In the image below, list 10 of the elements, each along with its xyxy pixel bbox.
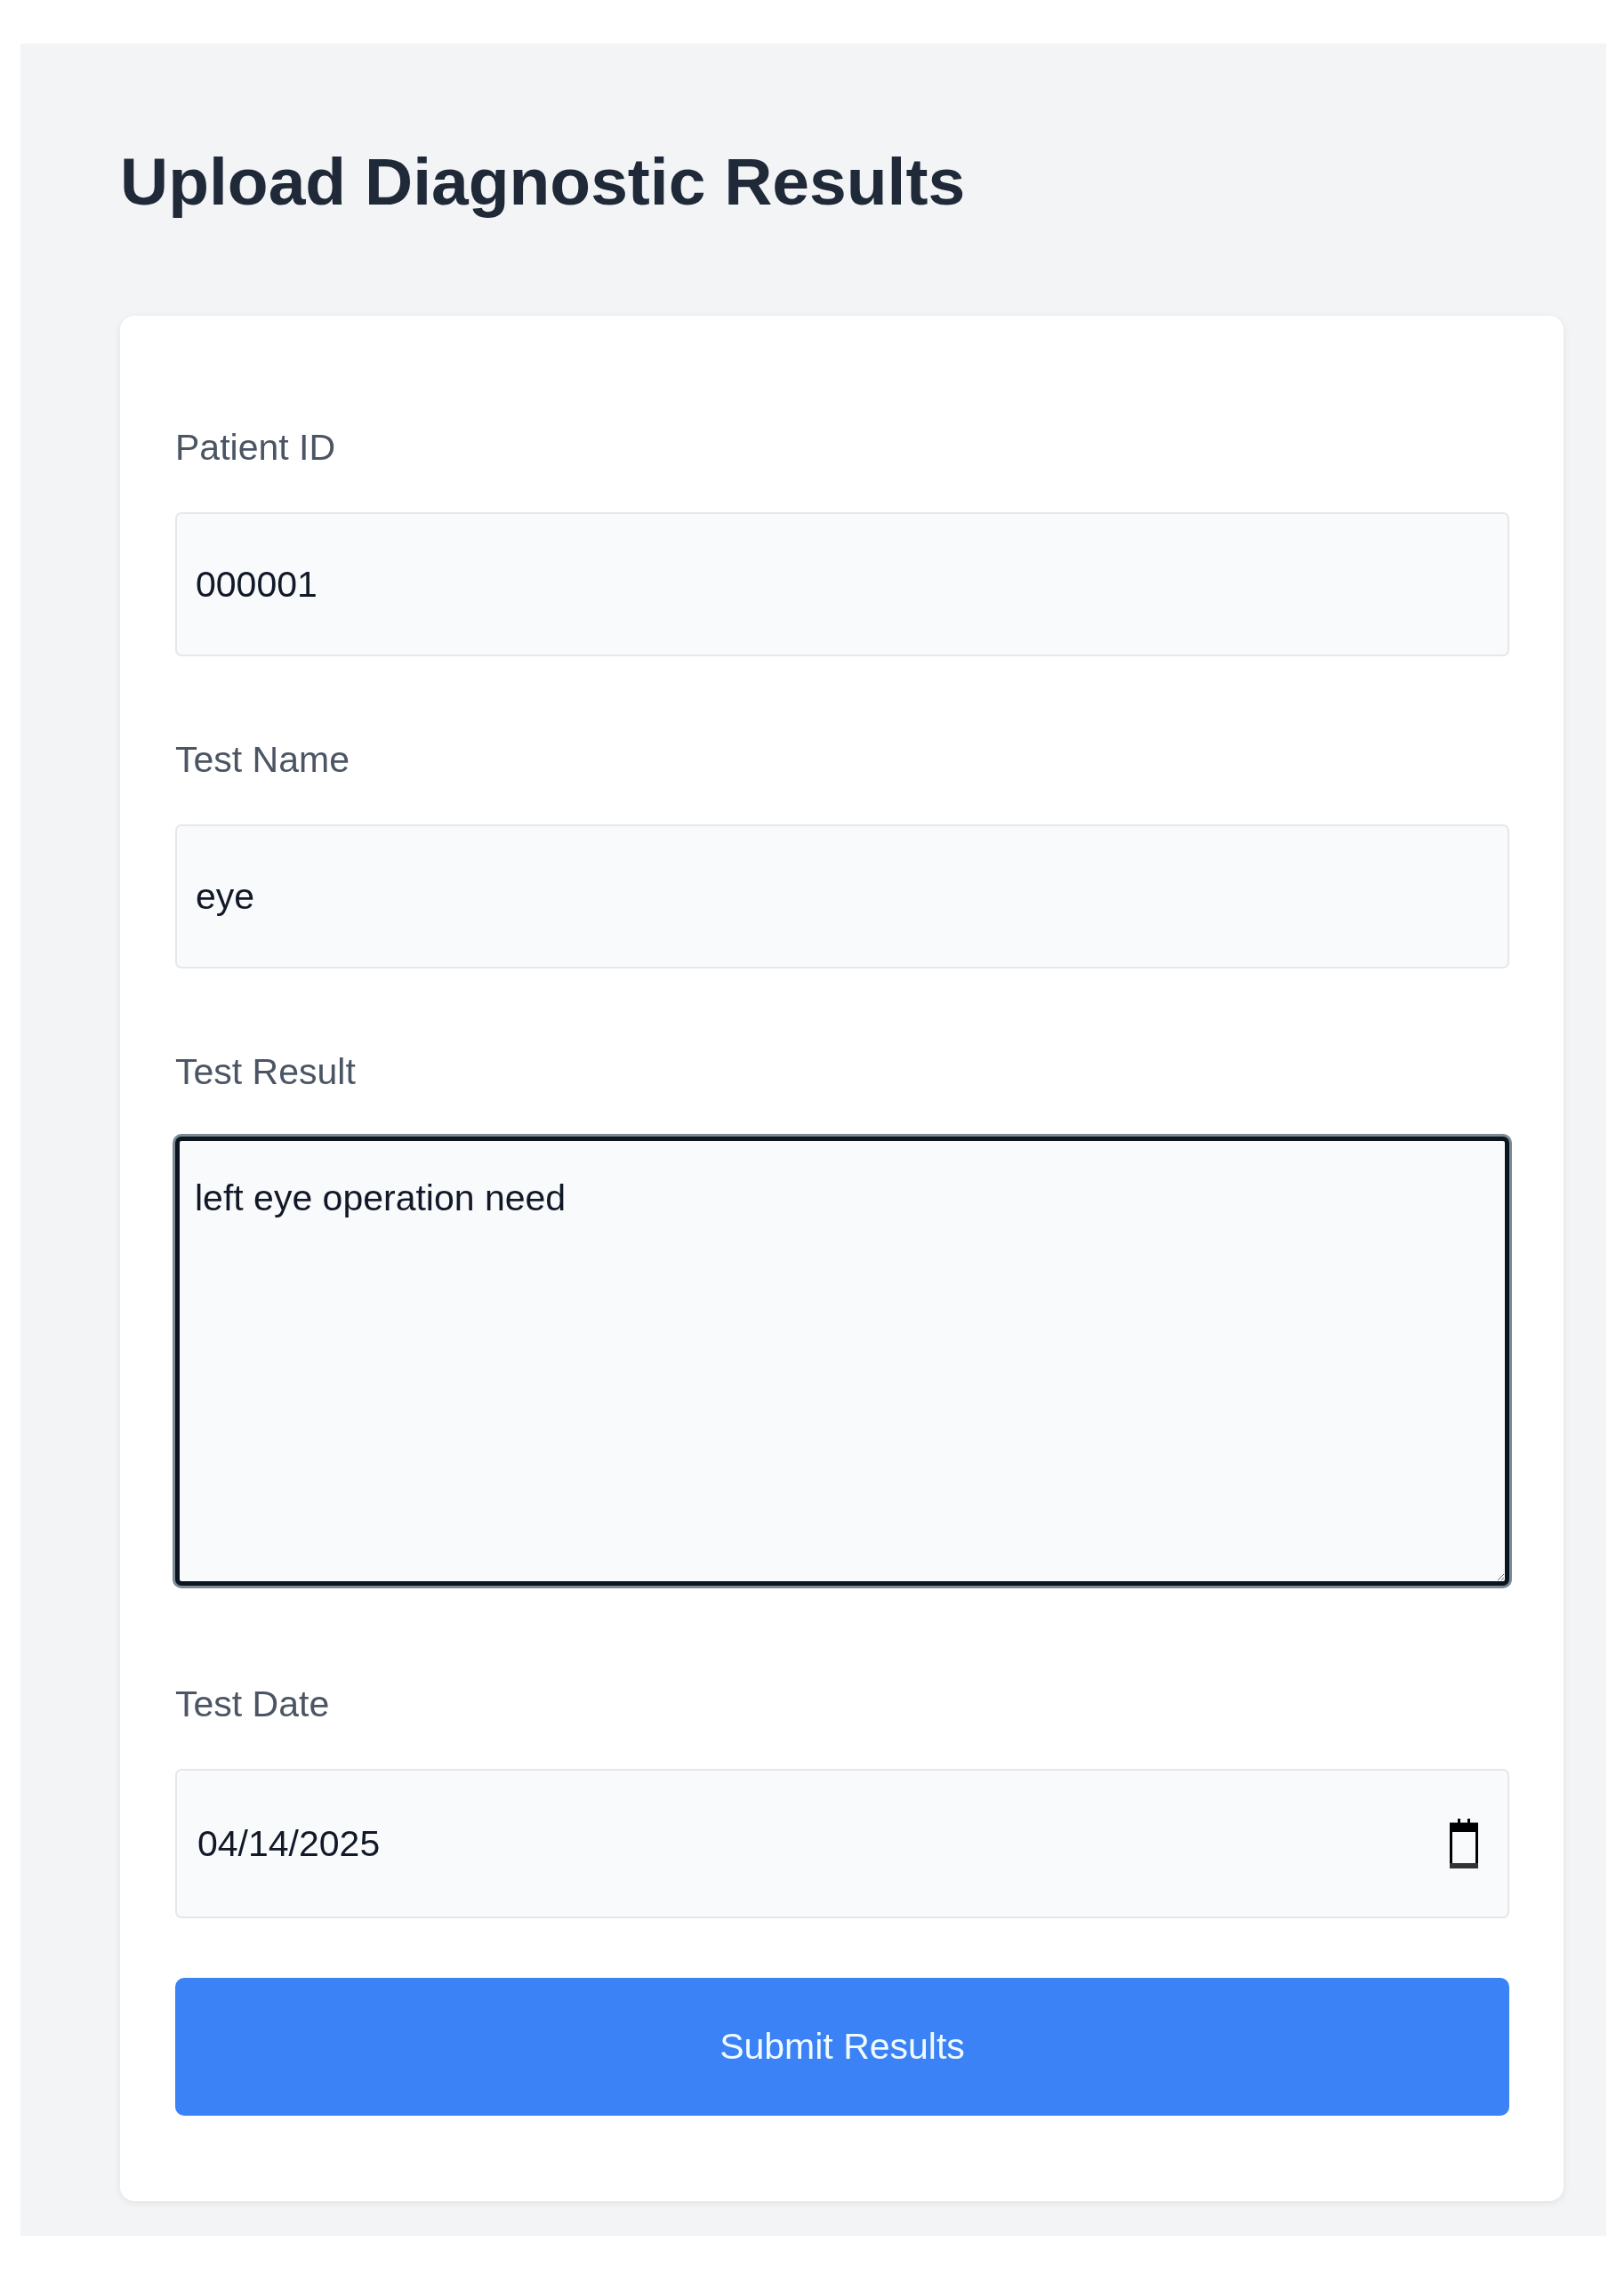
text-input[interactable]: 000001 xyxy=(175,512,1509,656)
date-input[interactable]: 04/14/2025 xyxy=(175,1769,1509,1918)
field-label: Patient ID xyxy=(175,426,336,470)
field-label: Test Date xyxy=(175,1683,330,1726)
page-title: Upload Diagnostic Results xyxy=(120,143,966,221)
field-label: Test Name xyxy=(175,738,350,782)
calendar-icon[interactable] xyxy=(1450,1819,1478,1868)
text-input[interactable]: eye xyxy=(175,824,1509,968)
result-textarea[interactable]: left eye operation need xyxy=(175,1137,1509,1586)
field-label: Test Result xyxy=(175,1050,356,1094)
